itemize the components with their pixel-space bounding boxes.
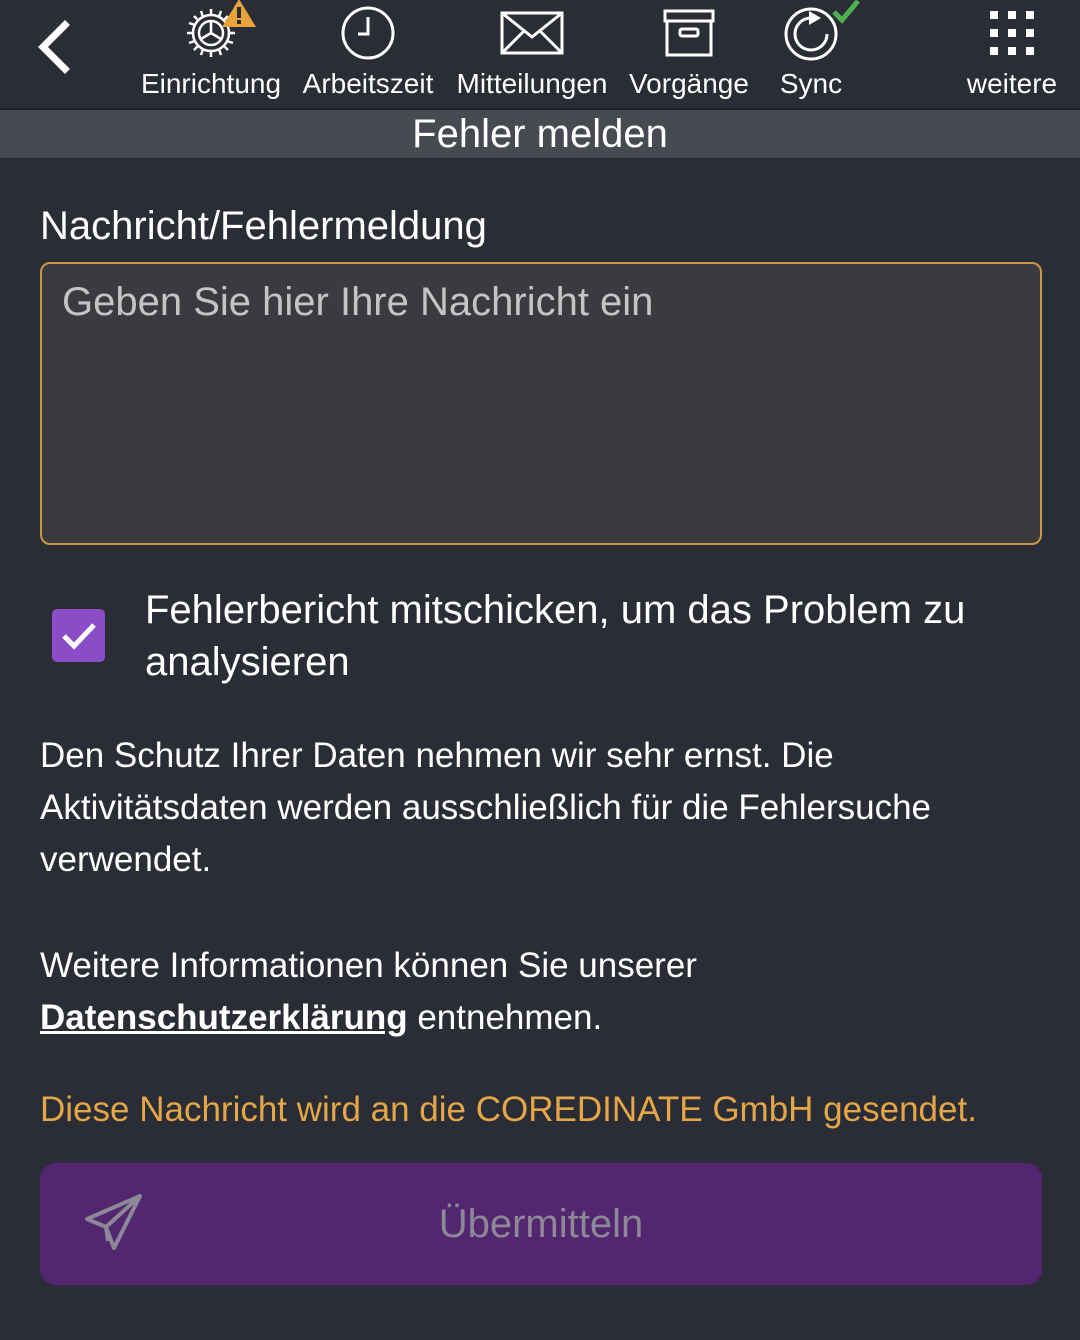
envelope-icon xyxy=(500,11,564,55)
toolbar-item-weitere[interactable]: weitere xyxy=(962,0,1062,108)
top-toolbar: Einrichtung Arbeitszeit Mitteilungen Vor… xyxy=(0,0,1080,110)
recipient-notice: Diese Nachricht wird an die COREDINATE G… xyxy=(40,1090,977,1129)
clock-icon xyxy=(341,6,395,60)
toolbar-item-einrichtung[interactable]: Einrichtung xyxy=(140,0,282,108)
toolbar-label: Einrichtung xyxy=(140,68,282,99)
toolbar-item-arbeitszeit[interactable]: Arbeitszeit xyxy=(298,0,438,108)
toolbar-label: weitere xyxy=(966,68,1058,99)
grid-dots-icon xyxy=(990,11,1034,55)
attach-report-checkbox[interactable] xyxy=(52,609,105,662)
more-info-prefix: Weitere Informationen können Sie unserer xyxy=(40,946,697,985)
back-button[interactable] xyxy=(22,14,88,80)
archive-box-icon xyxy=(663,9,715,57)
checkmark-icon xyxy=(832,0,860,24)
warning-icon xyxy=(222,0,256,27)
message-label: Nachricht/Fehlermeldung xyxy=(40,204,487,248)
privacy-text: Den Schutz Ihrer Daten nehmen wir sehr e… xyxy=(40,736,931,879)
more-info-text: Weitere Informationen können Sie unserer… xyxy=(40,940,1040,1044)
toolbar-item-vorgaenge[interactable]: Vorgänge xyxy=(626,0,752,108)
toolbar-label: Arbeitszeit xyxy=(302,68,434,99)
message-input[interactable] xyxy=(40,262,1042,545)
submit-button[interactable]: Übermitteln xyxy=(40,1163,1042,1285)
chevron-left-icon xyxy=(38,20,70,74)
toolbar-label: Sync xyxy=(779,68,843,99)
paper-plane-icon xyxy=(85,1194,142,1250)
page-title: Fehler melden xyxy=(0,110,1080,158)
toolbar-label: Vorgänge xyxy=(629,68,749,99)
attach-report-label[interactable]: Fehlerbericht mitschicken, um das Proble… xyxy=(145,584,1045,688)
toolbar-item-sync[interactable]: Sync xyxy=(770,0,860,108)
toolbar-label: Mitteilungen xyxy=(456,68,608,99)
privacy-policy-link[interactable]: Datenschutzerklärung xyxy=(40,998,408,1037)
more-info-suffix: entnehmen. xyxy=(407,998,603,1037)
checkmark-icon xyxy=(61,622,96,650)
submit-label: Übermitteln xyxy=(438,1201,644,1246)
toolbar-item-mitteilungen[interactable]: Mitteilungen xyxy=(452,0,612,108)
